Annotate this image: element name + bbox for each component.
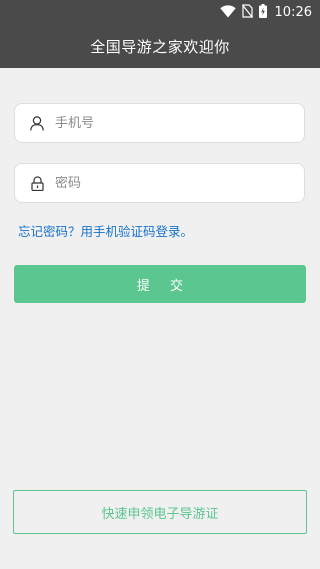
status-time: 10:26 [274, 4, 312, 20]
phone-input[interactable] [55, 115, 285, 131]
battery-charging-icon [258, 3, 267, 22]
forgot-password-link[interactable]: 忘记密码？用手机验证码登录。 [18, 221, 193, 240]
lock-icon [29, 175, 45, 191]
user-icon [29, 115, 45, 131]
submit-button[interactable]: 提 交 [14, 265, 306, 303]
password-field[interactable] [14, 163, 305, 203]
page-title: 全国导游之家欢迎你 [90, 37, 230, 56]
wifi-icon [219, 3, 236, 22]
status-icons: 10:26 [219, 0, 312, 24]
status-bar: 10:26 [0, 0, 320, 24]
phone-field[interactable] [14, 103, 305, 143]
apply-e-guide-license-button[interactable]: 快速申领电子导游证 [13, 490, 307, 534]
password-input[interactable] [55, 175, 285, 191]
app-bar: 全国导游之家欢迎你 [0, 24, 320, 68]
no-sim-icon [241, 3, 253, 22]
